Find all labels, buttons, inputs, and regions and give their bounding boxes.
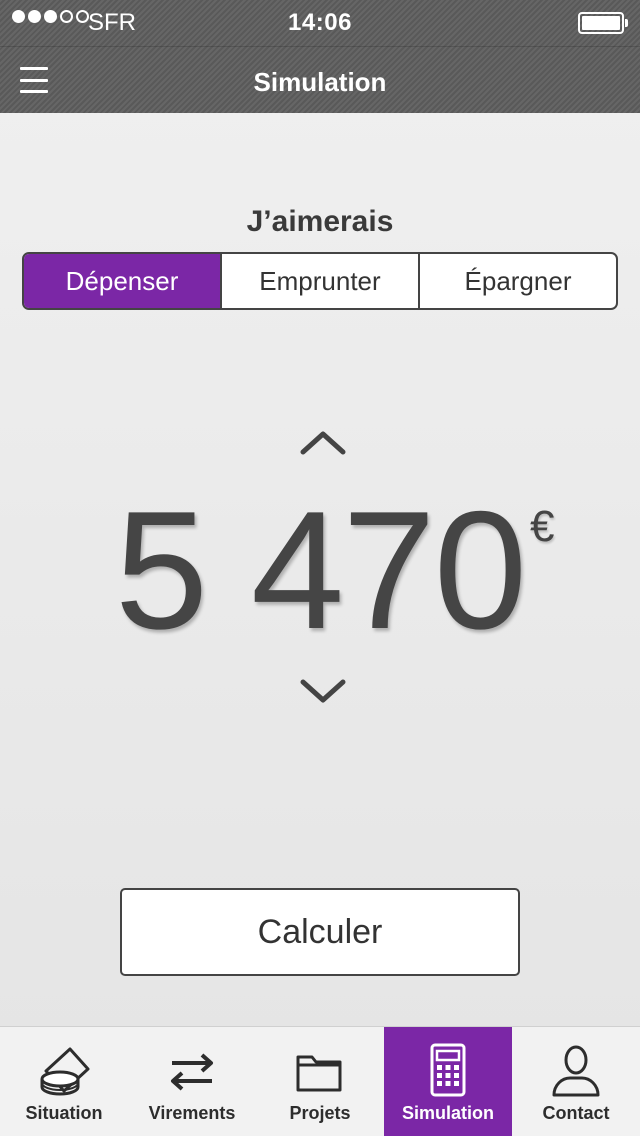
battery-icon [578, 12, 628, 34]
status-time: 14:06 [288, 9, 352, 36]
chevron-up-icon[interactable] [299, 428, 347, 458]
mode-prompt: J’aimerais [246, 205, 394, 238]
tab-label: Contact [542, 1103, 610, 1123]
mode-segmented-control: Dépenser Emprunter Épargner [22, 252, 618, 310]
tab-label: Virements [148, 1103, 236, 1123]
tab-simulation[interactable]: Simulation [384, 1027, 512, 1136]
tab-bar: Situation Virements Projets Simulation C… [0, 1026, 640, 1136]
tab-virements[interactable]: Virements [128, 1027, 256, 1136]
tab-contact[interactable]: Contact [512, 1027, 640, 1136]
top-bar: SFR 14:06 Simulation [0, 0, 640, 113]
transfer-arrows-icon [171, 1053, 213, 1091]
person-icon [552, 1045, 600, 1097]
tab-label: Simulation [401, 1103, 494, 1123]
calculate-button[interactable]: Calculer [120, 888, 520, 976]
coins-icon [40, 1047, 90, 1096]
tab-projets[interactable]: Projets [256, 1027, 384, 1136]
segment-emprunter[interactable]: Emprunter [220, 254, 418, 308]
currency-symbol: € [530, 502, 555, 551]
tab-label: Situation [25, 1103, 103, 1123]
page-title: Simulation [253, 67, 387, 97]
status-bar: SFR 14:06 [0, 0, 640, 46]
tab-label: Projets [289, 1103, 351, 1123]
segment-epargner[interactable]: Épargner [418, 254, 616, 308]
navigation-bar: Simulation [0, 46, 640, 113]
calculator-icon [430, 1043, 466, 1097]
chevron-down-icon[interactable] [299, 676, 347, 706]
segment-depenser[interactable]: Dépenser [24, 254, 220, 308]
folder-icon [296, 1055, 342, 1092]
tab-situation[interactable]: Situation [0, 1027, 128, 1136]
